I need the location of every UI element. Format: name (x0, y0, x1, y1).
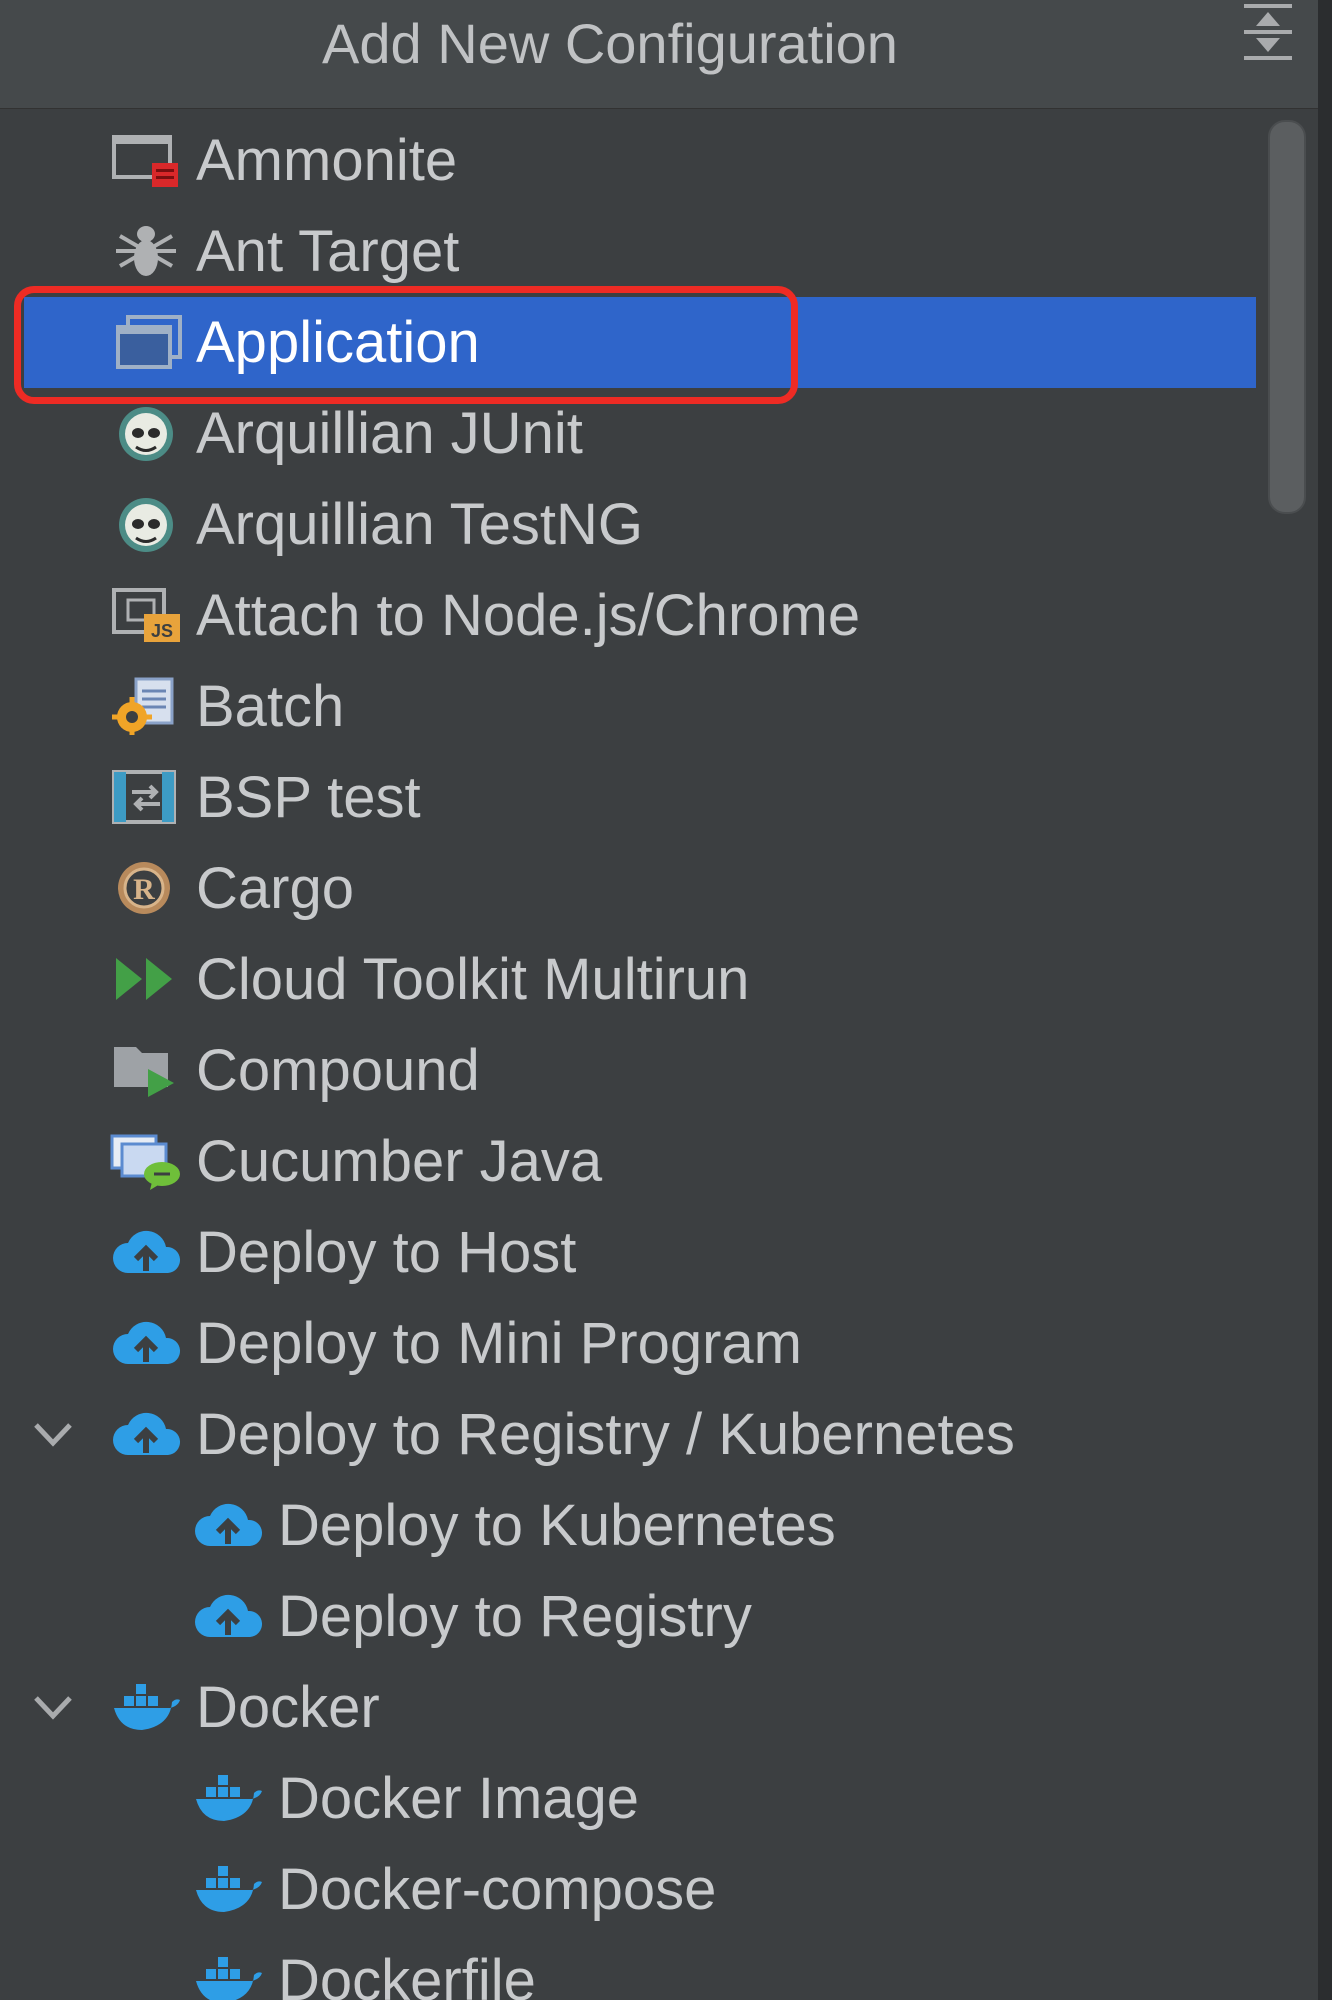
header-title: Add New Configuration (322, 12, 898, 75)
config-item-label: Arquillian TestNG (196, 492, 644, 557)
docker-icon (192, 1769, 264, 1827)
cargo-icon: R (110, 859, 182, 917)
annotation-highlight-box (14, 286, 798, 404)
config-item-deploy-to-mini-program[interactable]: Deploy to Mini Program (0, 1298, 1256, 1389)
multirun-icon (110, 950, 182, 1008)
svg-text:JS: JS (151, 621, 173, 641)
docker-icon (192, 1951, 264, 2000)
config-item-label: Deploy to Kubernetes (278, 1493, 836, 1558)
collapse-all-icon[interactable] (1238, 0, 1298, 68)
config-item-docker[interactable]: Docker (0, 1662, 1256, 1753)
cloud-upload-icon (192, 1496, 264, 1554)
arquillian-icon (110, 404, 182, 462)
chevron-down-icon[interactable] (30, 1415, 76, 1455)
config-item-label: Compound (196, 1038, 480, 1103)
cloud-upload-icon (192, 1587, 264, 1645)
config-item-label: Docker (196, 1675, 380, 1740)
chevron-down-icon[interactable] (30, 1688, 76, 1728)
config-item-label: Attach to Node.js/Chrome (196, 583, 861, 648)
config-item-label: Batch (196, 674, 345, 739)
config-item-label: Ant Target (196, 219, 460, 284)
config-item-label: Deploy to Registry / Kubernetes (196, 1402, 1015, 1467)
config-item-ammonite[interactable]: Ammonite (0, 115, 1256, 206)
config-item-dockerfile[interactable]: Dockerfile (0, 1935, 1256, 2000)
cloud-upload-icon (110, 1314, 182, 1372)
config-item-label: BSP test (196, 765, 421, 830)
config-item-label: Dockerfile (278, 1948, 536, 2000)
config-item-deploy-to-host[interactable]: Deploy to Host (0, 1207, 1256, 1298)
config-item-deploy-to-registry-kubernetes[interactable]: Deploy to Registry / Kubernetes (0, 1389, 1256, 1480)
arquillian-icon (110, 495, 182, 553)
ammonite-icon (110, 131, 182, 189)
config-item-label: Cloud Toolkit Multirun (196, 947, 750, 1012)
config-item-deploy-to-kubernetes[interactable]: Deploy to Kubernetes (0, 1480, 1256, 1571)
cloud-upload-icon (110, 1405, 182, 1463)
bsp-icon (110, 768, 182, 826)
scrollbar-thumb[interactable] (1268, 120, 1306, 514)
config-item-label: Deploy to Mini Program (196, 1311, 802, 1376)
window-edge (1318, 0, 1332, 2000)
config-item-docker-compose[interactable]: Docker-compose (0, 1844, 1256, 1935)
config-item-bsp-test[interactable]: BSP test (0, 752, 1256, 843)
config-item-label: Docker Image (278, 1766, 640, 1831)
config-item-label: Docker-compose (278, 1857, 717, 1922)
config-item-label: Deploy to Host (196, 1220, 577, 1285)
config-item-compound[interactable]: Compound (0, 1025, 1256, 1116)
config-item-attach-to-node-js-chrome[interactable]: JS Attach to Node.js/Chrome (0, 570, 1256, 661)
dialog-header: Add New Configuration (0, 0, 1318, 109)
config-item-cloud-toolkit-multirun[interactable]: Cloud Toolkit Multirun (0, 934, 1256, 1025)
compound-icon (110, 1041, 182, 1099)
config-item-arquillian-testng[interactable]: Arquillian TestNG (0, 479, 1256, 570)
nodejs-attach-icon: JS (110, 586, 182, 644)
config-item-batch[interactable]: Batch (0, 661, 1256, 752)
config-item-cucumber-java[interactable]: Cucumber Java (0, 1116, 1256, 1207)
config-item-label: Ammonite (196, 128, 458, 193)
config-item-deploy-to-registry[interactable]: Deploy to Registry (0, 1571, 1256, 1662)
config-item-label: Cucumber Java (196, 1129, 603, 1194)
svg-text:R: R (133, 873, 155, 906)
docker-icon (110, 1678, 182, 1736)
config-item-label: Deploy to Registry (278, 1584, 752, 1649)
batch-icon (110, 677, 182, 735)
cucumber-icon (110, 1132, 182, 1190)
config-item-label: Cargo (196, 856, 354, 921)
cloud-upload-icon (110, 1223, 182, 1281)
config-item-cargo[interactable]: R Cargo (0, 843, 1256, 934)
docker-icon (192, 1860, 264, 1918)
config-item-ant-target[interactable]: Ant Target (0, 206, 1256, 297)
ant-icon (110, 222, 182, 280)
config-item-docker-image[interactable]: Docker Image (0, 1753, 1256, 1844)
